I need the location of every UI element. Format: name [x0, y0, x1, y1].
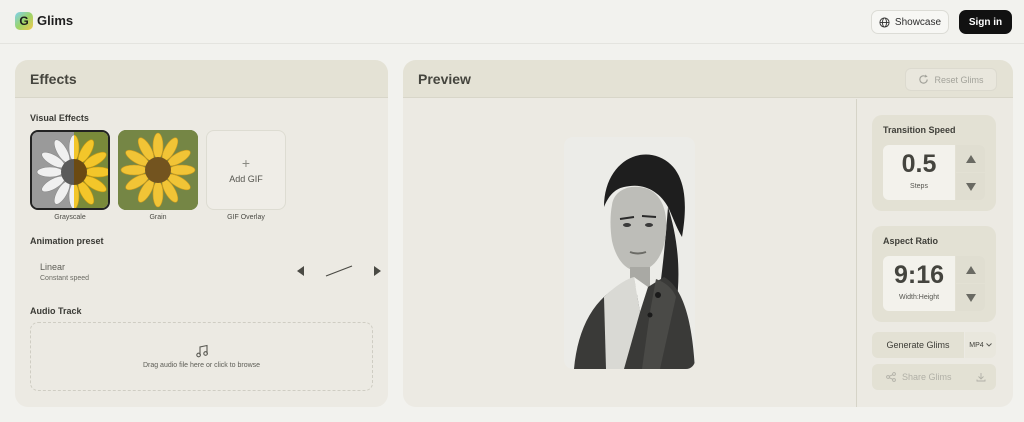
- share-glims-button[interactable]: Share Glims: [872, 364, 996, 390]
- aspect-ratio-value: 9:16: [893, 261, 945, 289]
- brand-name[interactable]: Glims: [37, 13, 73, 28]
- generate-glims-button[interactable]: Generate Glims: [872, 332, 964, 358]
- music-note-icon: [195, 344, 208, 358]
- plus-icon: +: [241, 155, 251, 171]
- add-gif-label: Add GIF: [229, 174, 263, 184]
- logo-icon[interactable]: G: [15, 12, 33, 30]
- preview-panel: Preview Reset Glims Transition Speed 0.5…: [403, 60, 1013, 407]
- reset-glims-button[interactable]: Reset Glims: [905, 68, 997, 91]
- reset-icon: [919, 74, 929, 84]
- grayscale-label: Grayscale: [54, 214, 86, 221]
- showcase-button[interactable]: Showcase: [871, 10, 949, 34]
- audio-dropzone[interactable]: Drag audio file here or click to browse: [30, 322, 373, 391]
- aspect-ratio-title: Aspect Ratio: [883, 236, 939, 246]
- linear-curve-icon: [325, 265, 353, 277]
- audio-track-title: Audio Track: [30, 306, 82, 316]
- chevron-down-icon: [985, 343, 992, 347]
- transition-speed-unit: Steps: [910, 183, 928, 190]
- format-select[interactable]: MP4: [965, 332, 996, 358]
- aspect-ratio-value-box[interactable]: 9:16 Width:Height: [883, 256, 955, 311]
- animation-preset-selector: Linear Constant speed: [30, 256, 381, 292]
- share-icon: [886, 372, 896, 382]
- transition-speed-decrease-button[interactable]: [956, 173, 985, 200]
- next-preset-icon[interactable]: [374, 266, 382, 276]
- transition-speed-stepper: 0.5 Steps: [883, 145, 985, 200]
- top-header: G Glims Showcase Sign in: [0, 0, 1024, 44]
- transition-speed-increase-button[interactable]: [956, 145, 985, 172]
- share-label: Share Glims: [902, 372, 952, 382]
- globe-icon: [879, 16, 890, 28]
- grain-effect-thumbnail[interactable]: [118, 130, 198, 210]
- sunflower-grain-image: [118, 130, 198, 210]
- showcase-label: Showcase: [894, 16, 942, 28]
- grayscale-effect-thumbnail[interactable]: [30, 130, 110, 210]
- sunflower-grayscale-image: [32, 132, 108, 208]
- aspect-ratio-unit: Width:Height: [898, 294, 940, 301]
- add-gif-button[interactable]: + Add GIF: [206, 130, 286, 210]
- preset-name: Linear: [40, 262, 66, 272]
- aspect-ratio-stepper: 9:16 Width:Height: [883, 256, 985, 311]
- preset-description: Constant speed: [40, 275, 90, 282]
- triangle-down-icon: [965, 182, 976, 191]
- aspect-ratio-increase-button[interactable]: [956, 256, 985, 283]
- aspect-ratio-card: Aspect Ratio 9:16 Width:Height: [872, 226, 996, 322]
- download-icon[interactable]: [976, 372, 986, 382]
- preview-stage: [403, 99, 856, 407]
- reset-label: Reset Glims: [934, 74, 984, 85]
- visual-effects-title: Visual Effects: [30, 113, 89, 123]
- transition-speed-value: 0.5: [901, 150, 937, 178]
- triangle-up-icon: [965, 154, 976, 163]
- triangle-up-icon: [965, 265, 976, 274]
- transition-speed-value-box[interactable]: 0.5 Steps: [883, 145, 955, 200]
- sign-in-button[interactable]: Sign in: [959, 10, 1012, 34]
- grain-label: Grain: [149, 214, 167, 221]
- dropzone-text: Drag audio file here or click to browse: [142, 362, 261, 369]
- gif-overlay-label: GIF Overlay: [227, 214, 265, 221]
- aspect-ratio-decrease-button[interactable]: [956, 284, 985, 311]
- triangle-down-icon: [965, 293, 976, 302]
- effects-panel: Effects Visual Effects Grayscale Grain +…: [15, 60, 388, 407]
- preview-divider: [856, 99, 857, 407]
- prev-preset-icon[interactable]: [297, 266, 305, 276]
- format-label: MP4: [969, 341, 984, 349]
- effects-title: Effects: [15, 60, 388, 98]
- transition-speed-card: Transition Speed 0.5 Steps: [872, 115, 996, 211]
- animation-preset-title: Animation preset: [30, 236, 104, 246]
- transition-speed-title: Transition Speed: [883, 125, 956, 135]
- portrait-preview-image: [564, 137, 695, 369]
